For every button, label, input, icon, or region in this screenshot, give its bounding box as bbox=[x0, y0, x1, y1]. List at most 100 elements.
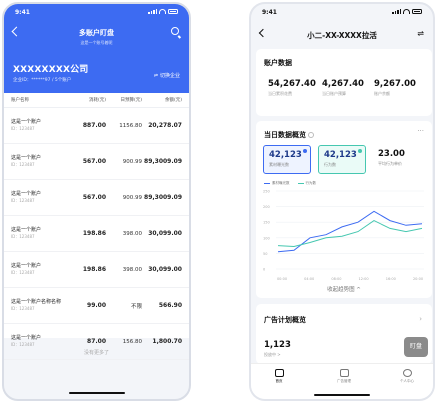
page-subtitle: 这是一个账号着呢 bbox=[80, 40, 113, 45]
metric-actions[interactable]: 42,123 行为数 bbox=[318, 145, 366, 174]
account-name: 这是一个账户 bbox=[11, 191, 42, 197]
kpi-budget-value: 4,267.40 bbox=[322, 79, 364, 89]
header: 9:41 多账户盯盘 这是一个账号着呢 XXXXXXXX公司 企业ID：****… bbox=[4, 4, 189, 93]
balance-cell: 566.90 bbox=[158, 302, 182, 309]
account-id: ID：123487 bbox=[11, 342, 35, 347]
company-name: XXXXXXXX公司 bbox=[13, 65, 89, 75]
kpi-budget-label: 当日账户预算 bbox=[322, 91, 346, 96]
header-name: 账户名称 bbox=[11, 98, 29, 103]
account-table: 账户名称 消耗(元) 日预算(元) 余额(元) 这是一个账户 ID：123487 8… bbox=[4, 93, 189, 360]
x-tick-label: 20:00 bbox=[413, 277, 423, 281]
account-cell: 这是一个账户 ID：123487 bbox=[11, 191, 71, 204]
tab-home[interactable]: 首页 bbox=[259, 369, 299, 384]
nav-bar: 小二-XX-XXXX拉活 ⇌ bbox=[251, 25, 433, 47]
cost-cell: 99.00 bbox=[87, 302, 106, 309]
monitor-button[interactable]: 盯盘 bbox=[404, 337, 428, 357]
budget-cell: 1156.80 bbox=[119, 122, 142, 129]
account-cell: 这是一个账户 ID：123487 bbox=[11, 155, 71, 168]
table-row[interactable]: 这是一个账户名称名称 ID：123487 99.00 不限 566.90 bbox=[4, 288, 189, 324]
account-id: ID：123487 bbox=[11, 270, 35, 275]
balance-cell: 20,278.07 bbox=[148, 122, 182, 129]
kpi-budget: 4,267.40 当日账户预算 bbox=[322, 79, 364, 97]
search-icon[interactable] bbox=[171, 27, 179, 35]
kpi-spend: 54,267.40 当日累积花费 bbox=[268, 79, 316, 97]
more-icon[interactable]: ··· bbox=[417, 127, 424, 135]
status-icons bbox=[148, 8, 178, 14]
table-row[interactable]: 这是一个账户 ID：123487 567.00 900.99 89,3009.09 bbox=[4, 180, 189, 216]
chevron-right-icon[interactable]: › bbox=[419, 315, 422, 323]
collapse-chart-button[interactable]: 收起趋势图 ^ bbox=[256, 285, 432, 293]
status-time: 9:41 bbox=[262, 9, 277, 16]
header-balance[interactable]: 余额(元) bbox=[142, 97, 182, 103]
account-data-title: 账户数据 bbox=[264, 59, 292, 67]
balance-cell: 1,800.70 bbox=[152, 338, 182, 345]
account-name: 这是一个账户名称名称 bbox=[11, 299, 62, 305]
home-indicator bbox=[68, 391, 125, 394]
table-row[interactable]: 这是一个账户 ID：123487 887.00 1156.80 20,278.07 bbox=[4, 108, 189, 144]
x-tick-label: 12:00 bbox=[359, 277, 369, 281]
y-tick-label: 250 bbox=[263, 190, 270, 194]
selected-dot-icon bbox=[358, 149, 362, 153]
company-id: 企业ID：******97 / 5个账户 bbox=[13, 78, 72, 83]
x-tick-label: 16:00 bbox=[386, 277, 396, 281]
kpi-spend-value: 54,267.40 bbox=[268, 79, 316, 89]
header-budget[interactable]: 日预算(元) bbox=[106, 97, 142, 103]
tab-home-label: 首页 bbox=[275, 379, 283, 383]
series-line-0 bbox=[277, 210, 423, 253]
swap-icon: ⇌ bbox=[153, 72, 158, 79]
cost-cell: 887.00 bbox=[82, 122, 106, 129]
overview-card: 当日数据概览 ··· 42,123 素材曝光数 42,123 行为数 23.00… bbox=[256, 121, 432, 298]
budget-cell: 398.00 bbox=[122, 266, 142, 273]
signal-icon bbox=[148, 8, 157, 14]
swap-icon[interactable]: ⇌ bbox=[417, 29, 424, 38]
table-row[interactable]: 这是一个账户 ID：123487 198.86 398.00 30,099.00 bbox=[4, 216, 189, 252]
table-row[interactable]: 这是一个账户 ID：123487 198.86 398.00 30,099.00 bbox=[4, 252, 189, 288]
metric-avg-price[interactable]: 23.00 平均行为单价 bbox=[373, 145, 421, 174]
account-name: 这是一个账户 bbox=[11, 227, 42, 233]
kpi-balance-value: 9,267.00 bbox=[374, 79, 416, 89]
header-cost[interactable]: 消耗(元) bbox=[71, 97, 106, 103]
x-tick-label: 04:00 bbox=[304, 277, 314, 281]
overview-title: 当日数据概览 bbox=[264, 130, 314, 140]
battery-icon bbox=[168, 9, 178, 14]
cost-cell: 198.86 bbox=[82, 266, 106, 273]
phone-left: 9:41 多账户盯盘 这是一个账号着呢 XXXXXXXX公司 企业ID：****… bbox=[2, 2, 191, 401]
legend-actions: 行为数 bbox=[297, 181, 316, 186]
budget-cell: 398.00 bbox=[122, 230, 142, 237]
no-more-text: 没有更多了 bbox=[83, 350, 109, 356]
account-id: ID：123487 bbox=[11, 306, 35, 311]
cost-cell: 87.00 bbox=[87, 338, 106, 345]
balance-cell: 89,3009.09 bbox=[144, 158, 182, 165]
info-icon[interactable] bbox=[308, 132, 314, 138]
account-cell: 这是一个账户 ID：123487 bbox=[11, 227, 71, 240]
balance-cell: 89,3009.09 bbox=[144, 194, 182, 201]
kpi-balance-label: 账户余额 bbox=[374, 91, 390, 96]
metric-avg-price-label: 平均行为单价 bbox=[378, 161, 402, 166]
account-data-card: 账户数据 54,267.40 当日累积花费 4,267.40 当日账户预算 9,… bbox=[256, 49, 432, 116]
account-cell: 这是一个账户名称名称 ID：123487 bbox=[11, 299, 71, 312]
tab-profile-label: 个人中心 bbox=[400, 379, 414, 383]
x-tick-label: 00:00 bbox=[277, 277, 287, 281]
status-bar: 9:41 bbox=[4, 4, 189, 19]
metric-actions-label: 行为数 bbox=[324, 162, 336, 167]
y-tick-label: 0 bbox=[263, 268, 265, 272]
cost-cell: 567.00 bbox=[82, 158, 106, 165]
ad-plan-label[interactable]: 投放中 > bbox=[264, 352, 281, 358]
trend-chart: 250 200 150 100 50 0 00:00 04:00 08:00 12:00 16:00… bbox=[263, 190, 424, 281]
tab-ad-management[interactable]: 广告管理 bbox=[324, 369, 364, 384]
user-icon bbox=[402, 369, 412, 377]
cost-cell: 567.00 bbox=[82, 194, 106, 201]
status-bar: 9:41 bbox=[251, 4, 433, 19]
tab-profile[interactable]: 个人中心 bbox=[387, 369, 427, 384]
account-name: 这是一个账户 bbox=[11, 155, 42, 161]
account-id: ID：123487 bbox=[11, 162, 35, 167]
table-row[interactable]: 这是一个账户 ID：123487 567.00 900.99 89,3009.09 bbox=[4, 144, 189, 180]
table-header: 账户名称 消耗(元) 日预算(元) 余额(元) bbox=[4, 93, 189, 108]
balance-cell: 30,099.00 bbox=[148, 230, 182, 237]
wifi-icon bbox=[159, 9, 166, 14]
x-tick-label: 08:00 bbox=[331, 277, 341, 281]
metric-impressions[interactable]: 42,123 素材曝光数 bbox=[263, 145, 311, 174]
kpi-balance: 9,267.00 账户余额 bbox=[374, 79, 416, 97]
budget-cell: 900.99 bbox=[122, 158, 142, 165]
switch-company-button[interactable]: ⇌ 切换企业 bbox=[153, 72, 180, 80]
